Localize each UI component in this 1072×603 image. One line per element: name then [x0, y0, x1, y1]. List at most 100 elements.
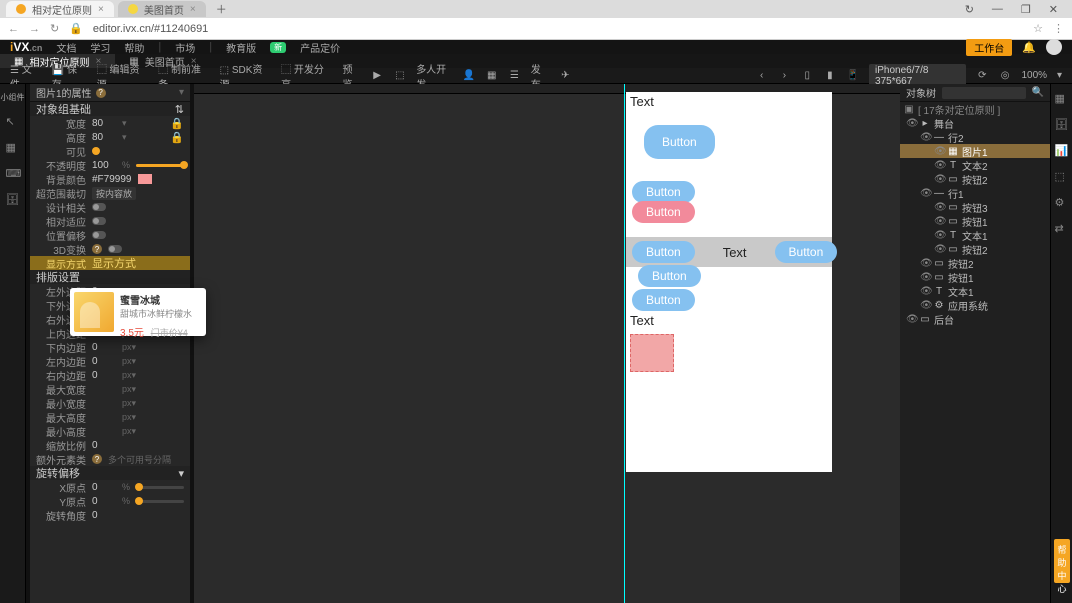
help-badge[interactable]: ?: [96, 88, 106, 98]
maximize-icon[interactable]: ❐: [1021, 3, 1031, 16]
clip-select[interactable]: 按内容放: [92, 187, 136, 200]
rail-cursor-icon[interactable]: ↖: [6, 115, 20, 129]
canvas-image-1[interactable]: [630, 334, 674, 372]
canvas-button-2[interactable]: Button: [632, 181, 695, 203]
tree-row-14[interactable]: 👁▭后台: [900, 312, 1050, 326]
width-input[interactable]: 80: [92, 118, 116, 129]
canvas-text-mid[interactable]: Text: [723, 245, 747, 260]
canvas-button-3[interactable]: Button: [632, 201, 695, 223]
lock-icon[interactable]: 🔒: [170, 117, 184, 130]
tree-row-1[interactable]: 👁—行2: [900, 130, 1050, 144]
refresh-icon[interactable]: ⟳: [976, 69, 989, 83]
tree-row-2[interactable]: 👁▦图片1: [900, 144, 1050, 158]
zoom-down-icon[interactable]: ▾: [1057, 70, 1062, 81]
tree-row-10[interactable]: 👁▭按钮2: [900, 256, 1050, 270]
close-icon[interactable]: ✕: [1049, 3, 1058, 16]
design-toggle[interactable]: [92, 203, 106, 211]
align2-icon[interactable]: ▮: [824, 69, 837, 83]
minimize-icon[interactable]: —: [992, 3, 1003, 16]
canvas-button-7[interactable]: Button: [632, 289, 695, 311]
tab-close-1[interactable]: ×: [98, 4, 104, 15]
zoom-val[interactable]: 100%: [1021, 70, 1047, 81]
eye-icon[interactable]: 👁: [920, 258, 930, 269]
device-frame[interactable]: Text Button Button Button Button Text Bu…: [626, 92, 832, 472]
rail-layers-icon[interactable]: ▦: [6, 141, 20, 155]
tree-row-8[interactable]: 👁T文本1: [900, 228, 1050, 242]
eye-icon[interactable]: 👁: [934, 146, 944, 157]
tree-row-7[interactable]: 👁▭按钮1: [900, 214, 1050, 228]
undo-icon[interactable]: ‹: [755, 69, 768, 83]
group-basic[interactable]: 对象组基础 ⇅: [30, 102, 190, 116]
align1-icon[interactable]: ▯: [801, 69, 814, 83]
sync-icon[interactable]: ↻: [965, 3, 974, 16]
redo-icon[interactable]: ›: [778, 69, 791, 83]
eye-icon[interactable]: 👁: [920, 132, 930, 143]
tree-row-3[interactable]: 👁T文本2: [900, 158, 1050, 172]
tree-row-9[interactable]: 👁▭按钮2: [900, 242, 1050, 256]
eye-icon[interactable]: 👁: [934, 216, 944, 227]
rr-gear-icon[interactable]: ⚙: [1055, 196, 1069, 210]
send-icon[interactable]: ✈: [559, 69, 572, 83]
eye-icon[interactable]: 👁: [920, 188, 930, 199]
tree-row-11[interactable]: 👁▭按钮1: [900, 270, 1050, 284]
adapt-toggle[interactable]: [92, 217, 106, 225]
border-section[interactable]: 排版设置: [30, 270, 190, 284]
url-text[interactable]: editor.ivx.cn/#11240691: [93, 23, 1023, 35]
eye-icon[interactable]: 👁: [934, 230, 944, 241]
search-icon[interactable]: 🔍: [1032, 87, 1044, 98]
xorigin-slider[interactable]: [136, 486, 184, 489]
rail-code-icon[interactable]: ⌨: [6, 167, 20, 181]
tree-row-4[interactable]: 👁▭按钮2: [900, 172, 1050, 186]
rot-section[interactable]: 旋转偏移 ▾: [30, 466, 190, 480]
3d-toggle[interactable]: [108, 245, 122, 253]
eye-icon[interactable]: 👁: [934, 174, 944, 185]
ext-icon[interactable]: ⋮: [1053, 22, 1064, 35]
opacity-slider[interactable]: [136, 164, 184, 167]
reload-icon[interactable]: ↻: [50, 22, 59, 35]
guide-line[interactable]: [624, 84, 625, 603]
eye-icon[interactable]: 👁: [934, 160, 944, 171]
extra-input[interactable]: 多个可用号分隔: [108, 453, 171, 466]
menu-help[interactable]: 帮助: [124, 40, 144, 55]
tab-close-2[interactable]: ×: [190, 4, 196, 15]
rr-db-icon[interactable]: 🗄: [1055, 118, 1069, 132]
eye-icon[interactable]: 👁: [906, 118, 916, 129]
bgcolor-input[interactable]: #F79999: [92, 174, 132, 185]
menu-learn[interactable]: 学习: [90, 40, 110, 55]
yorigin-slider[interactable]: [136, 500, 184, 503]
brand-logo[interactable]: iVX.cn: [10, 40, 42, 54]
canvas-text-2[interactable]: Text: [626, 311, 832, 330]
forward-icon[interactable]: →: [29, 23, 40, 35]
star-icon[interactable]: ☆: [1033, 22, 1043, 35]
tree-row-0[interactable]: 👁▸舞台: [900, 116, 1050, 130]
canvas-button-4[interactable]: Button: [632, 241, 695, 263]
canvas-button-6[interactable]: Button: [638, 265, 701, 287]
menu-edu[interactable]: 教育版: [226, 40, 256, 55]
menu-market[interactable]: 市场: [175, 40, 195, 55]
rr-chart-icon[interactable]: 📊: [1055, 144, 1069, 158]
pos-toggle[interactable]: [92, 231, 106, 239]
rr-layers-icon[interactable]: ▦: [1055, 92, 1069, 106]
eye-icon[interactable]: 👁: [920, 286, 930, 297]
lock-icon-2[interactable]: 🔒: [170, 131, 184, 144]
tree-row-5[interactable]: 👁—行1: [900, 186, 1050, 200]
grid-icon[interactable]: ▦: [485, 69, 498, 83]
eye-icon[interactable]: 👁: [934, 202, 944, 213]
props-collapse-icon[interactable]: ▾: [179, 87, 184, 98]
tree-root[interactable]: ▣ [ 17条对定位原则 ]: [900, 102, 1050, 116]
qr-icon[interactable]: ⬚: [393, 69, 406, 83]
eye-icon[interactable]: 👁: [920, 272, 930, 283]
rr-swap-icon[interactable]: ⇄: [1055, 222, 1069, 236]
target-icon[interactable]: ◎: [999, 69, 1012, 83]
avatar[interactable]: [1046, 39, 1062, 55]
canvas-button-1[interactable]: Button: [644, 125, 715, 159]
new-tab[interactable]: ＋: [216, 1, 227, 17]
canvas-button-5[interactable]: Button: [775, 241, 838, 263]
tree-row-13[interactable]: 👁⚙应用系统: [900, 298, 1050, 312]
tree-row-12[interactable]: 👁T文本1: [900, 284, 1050, 298]
height-input[interactable]: 80: [92, 132, 116, 143]
rail-db-icon[interactable]: 🗄: [6, 193, 20, 207]
list-icon[interactable]: ☰: [508, 69, 521, 83]
person-icon[interactable]: 👤: [463, 69, 476, 83]
eye-icon[interactable]: 👁: [934, 244, 944, 255]
